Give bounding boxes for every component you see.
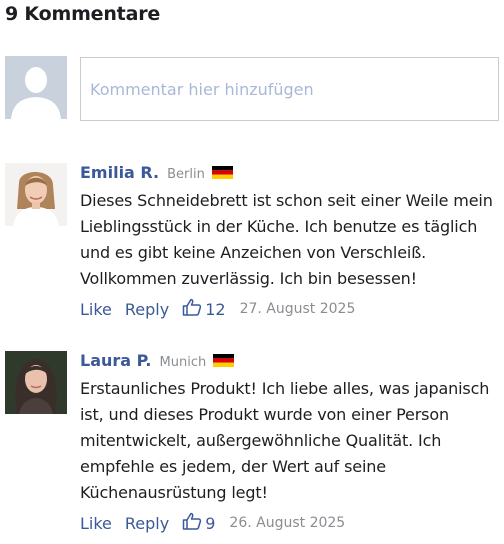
comment-input[interactable]	[80, 57, 499, 121]
author-location: Munich	[159, 355, 207, 370]
like-count[interactable]: 9	[182, 512, 215, 534]
comment-text: Dieses Schneidebrett ist schon seit eine…	[80, 191, 493, 288]
comment-date: 26. August 2025	[229, 515, 346, 531]
germany-flag-icon	[211, 164, 233, 179]
reply-button[interactable]: Reply	[125, 514, 169, 533]
comment-text: Erstaunliches Produkt! Ich liebe alles, …	[80, 379, 490, 502]
germany-flag-icon	[213, 352, 235, 367]
reply-button[interactable]: Reply	[125, 300, 169, 319]
author-name[interactable]: Laura P.	[80, 351, 152, 370]
default-avatar-icon	[5, 56, 67, 119]
comments-count-title: 9 Kommentare	[5, 3, 161, 25]
like-count-value: 12	[205, 299, 226, 319]
comment-date: 27. August 2025	[239, 301, 356, 317]
thumbs-up-icon	[182, 298, 205, 320]
like-button[interactable]: Like	[80, 300, 112, 319]
comment-composer	[5, 56, 499, 122]
author-name[interactable]: Emilia R.	[80, 163, 159, 182]
like-count[interactable]: 12	[182, 298, 226, 320]
author-location: Berlin	[167, 167, 205, 182]
thumbs-up-icon	[182, 512, 205, 534]
avatar	[5, 163, 67, 226]
avatar	[5, 351, 67, 414]
like-button[interactable]: Like	[80, 514, 112, 533]
like-count-value: 9	[205, 513, 216, 533]
